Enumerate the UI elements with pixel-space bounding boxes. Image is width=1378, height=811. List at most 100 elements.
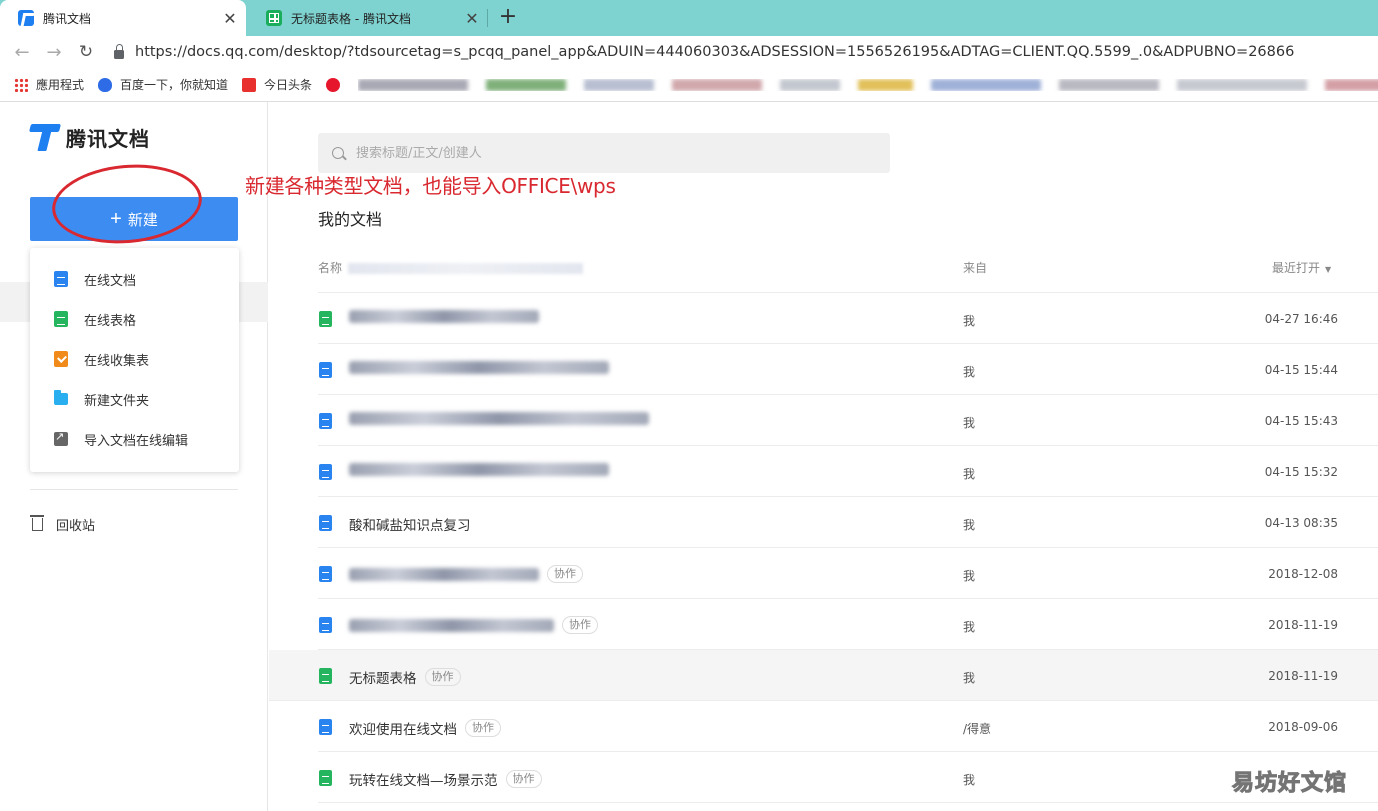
new-tab-button[interactable]: + bbox=[494, 4, 522, 32]
doc-icon bbox=[319, 464, 332, 480]
doc-icon bbox=[54, 271, 68, 287]
sidebar-item-trash[interactable]: 回收站 bbox=[30, 515, 96, 534]
table-row[interactable]: 无标题表格 协作 我 2018-11-19 bbox=[269, 650, 1378, 701]
sheet-icon bbox=[319, 311, 332, 327]
new-menu: 在线文档 在线表格 在线收集表 新建文件夹 导入文档在线编辑 bbox=[30, 248, 239, 472]
blurred-bookmark bbox=[584, 78, 655, 91]
bookmark-weibo[interactable] bbox=[326, 77, 348, 92]
logo[interactable]: 腾讯文档 bbox=[30, 123, 150, 152]
forward-arrow-icon[interactable]: → bbox=[38, 42, 70, 63]
sidebar-divider bbox=[30, 489, 238, 490]
doc-icon bbox=[319, 719, 332, 735]
table-row[interactable]: 我 04-15 15:43 bbox=[318, 395, 1378, 446]
file-name[interactable]: 协作 bbox=[349, 616, 598, 634]
file-last-opened: 04-27 16:46 bbox=[1264, 312, 1338, 326]
collab-badge: 协作 bbox=[465, 719, 501, 737]
file-owner: 我 bbox=[963, 416, 976, 430]
file-last-opened: 04-13 08:35 bbox=[1264, 516, 1338, 530]
column-header-name: 名称 bbox=[318, 259, 584, 276]
address-bar[interactable]: https://docs.qq.com/desktop/?tdsourcetag… bbox=[114, 43, 1294, 60]
file-last-opened: 2018-12-08 bbox=[1268, 567, 1338, 581]
menu-item-online-sheet[interactable]: 在线表格 bbox=[30, 299, 239, 339]
collab-badge: 协作 bbox=[562, 616, 598, 634]
bookmark-label: 應用程式 bbox=[36, 78, 85, 92]
file-last-opened: 2018-11-19 bbox=[1268, 618, 1338, 632]
table-row[interactable]: 玩转在线文档—场景示范 协作 我 bbox=[318, 752, 1378, 803]
search-input[interactable] bbox=[356, 145, 856, 161]
menu-item-label: 在线表格 bbox=[84, 313, 137, 329]
blurred-bookmark bbox=[672, 78, 763, 91]
sheet-icon bbox=[266, 10, 282, 26]
plus-icon: + bbox=[110, 208, 122, 230]
tab-label: 腾讯文档 bbox=[43, 11, 92, 26]
file-owner: 我 bbox=[963, 773, 976, 787]
bookmark-apps[interactable]: 應用程式 bbox=[14, 76, 84, 93]
blurred-bookmark bbox=[358, 78, 469, 91]
search-box[interactable] bbox=[318, 133, 890, 173]
blurred-file-name bbox=[349, 361, 609, 374]
file-name[interactable] bbox=[349, 361, 609, 374]
sheet-icon bbox=[319, 770, 332, 786]
close-icon[interactable]: ✕ bbox=[462, 9, 482, 28]
blurred-file-name bbox=[349, 310, 539, 323]
file-last-opened: 2018-09-06 bbox=[1268, 720, 1338, 734]
menu-item-import[interactable]: 导入文档在线编辑 bbox=[30, 419, 239, 459]
table-row[interactable]: 我 04-27 16:46 bbox=[318, 293, 1378, 344]
menu-item-online-doc[interactable]: 在线文档 bbox=[30, 259, 239, 299]
table-row[interactable]: 协作 我 2018-12-08 bbox=[318, 548, 1378, 599]
menu-item-online-form[interactable]: 在线收集表 bbox=[30, 339, 239, 379]
bookmark-toutiao[interactable]: 今日头条 bbox=[242, 76, 312, 93]
file-last-opened: 04-15 15:43 bbox=[1264, 414, 1338, 428]
column-opened-label: 最近打开 bbox=[1272, 261, 1321, 275]
file-name[interactable] bbox=[349, 463, 609, 476]
table-row[interactable]: 我 04-15 15:44 bbox=[318, 344, 1378, 395]
blurred-bookmark bbox=[1177, 78, 1308, 91]
blurred-bookmark bbox=[1325, 78, 1378, 91]
table-row[interactable]: 协作 我 2018-11-19 bbox=[318, 599, 1378, 650]
doc-icon bbox=[319, 362, 332, 378]
file-owner: 我 bbox=[963, 518, 976, 532]
search-icon bbox=[332, 147, 344, 159]
logo-text: 腾讯文档 bbox=[66, 127, 150, 151]
tencent-docs-icon bbox=[18, 10, 34, 26]
doc-icon bbox=[319, 515, 332, 531]
file-last-opened: 04-15 15:32 bbox=[1264, 465, 1338, 479]
column-header-last-opened[interactable]: 最近打开 ▼ bbox=[1272, 259, 1331, 276]
toutiao-icon bbox=[242, 77, 257, 92]
file-name[interactable]: 欢迎使用在线文档 协作 bbox=[349, 718, 501, 738]
file-name-text: 玩转在线文档—场景示范 bbox=[349, 773, 498, 789]
blurred-file-name bbox=[349, 412, 649, 425]
file-name[interactable]: 酸和碱盐知识点复习 bbox=[349, 514, 471, 534]
back-arrow-icon[interactable]: ← bbox=[6, 42, 38, 63]
table-row[interactable]: 我 04-15 15:32 bbox=[318, 446, 1378, 497]
table-row[interactable]: 酸和碱盐知识点复习 我 04-13 08:35 bbox=[318, 497, 1378, 548]
file-name[interactable] bbox=[349, 412, 649, 425]
file-name[interactable]: 无标题表格 协作 bbox=[349, 667, 461, 687]
new-button[interactable]: + 新建 bbox=[30, 197, 238, 241]
menu-item-new-folder[interactable]: 新建文件夹 bbox=[30, 379, 239, 419]
document-list: 我 04-27 16:46 我 04-15 15:44 我 04-15 15:43 我 04-… bbox=[269, 293, 1378, 803]
file-owner: 我 bbox=[963, 467, 976, 481]
tab-untitled-sheet[interactable]: 无标题表格 - 腾讯文档 ✕ bbox=[248, 0, 488, 36]
blurred-bookmark bbox=[1059, 78, 1160, 91]
file-last-opened: 2018-11-19 bbox=[1268, 669, 1338, 683]
file-owner: 我 bbox=[963, 620, 976, 634]
file-name[interactable]: 协作 bbox=[349, 565, 583, 583]
menu-item-label: 在线收集表 bbox=[84, 353, 150, 369]
trash-label: 回收站 bbox=[56, 519, 96, 534]
tab-tencent-docs[interactable]: 腾讯文档 ✕ bbox=[0, 0, 246, 36]
reload-icon[interactable]: ↻ bbox=[70, 42, 102, 62]
menu-item-label: 新建文件夹 bbox=[84, 393, 150, 409]
menu-item-label: 在线文档 bbox=[84, 273, 137, 289]
blurred-bookmark bbox=[931, 78, 1042, 91]
bookmark-baidu[interactable]: 百度一下，你就知道 bbox=[98, 76, 228, 93]
bookmark-label: 今日头条 bbox=[264, 78, 313, 92]
blurred-file-name bbox=[349, 463, 609, 476]
file-owner: 我 bbox=[963, 314, 976, 328]
table-row[interactable]: 欢迎使用在线文档 协作/得意 2018-09-06 bbox=[318, 701, 1378, 752]
file-name[interactable] bbox=[349, 310, 539, 323]
close-icon[interactable]: ✕ bbox=[220, 9, 240, 28]
sidebar: 腾讯文档 + 新建 在线文档 在线表格 在线收集表 新建文件夹 导入文档在线编辑… bbox=[0, 102, 268, 811]
column-header-from: 来自 bbox=[963, 261, 988, 275]
file-name[interactable]: 玩转在线文档—场景示范 协作 bbox=[349, 769, 542, 789]
